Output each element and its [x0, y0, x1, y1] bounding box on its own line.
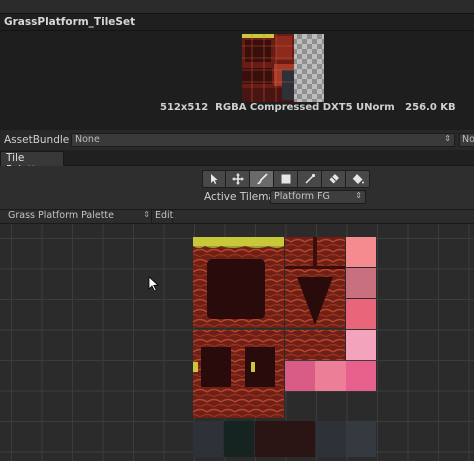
active-tilemap-dropdown[interactable]: Platform FG ⇕ — [270, 190, 366, 204]
tool-buttons — [202, 170, 370, 188]
updown-arrows-icon: ⇕ — [355, 191, 362, 200]
eraser-icon — [329, 174, 339, 184]
tile-pink-4[interactable] — [346, 330, 376, 360]
flood-fill-tool-button[interactable] — [346, 170, 370, 188]
texture-preview-area: 512x512 RGBA Compressed DXT5 UNorm 256.0… — [0, 31, 474, 130]
asset-bundle-variant-value: None — [462, 134, 474, 145]
texture-info: 512x512 RGBA Compressed DXT5 UNorm 256.0… — [160, 102, 456, 113]
tile-stone-3[interactable] — [346, 421, 376, 457]
asset-bundle-dropdown[interactable]: None ⇕ — [71, 133, 455, 147]
move-cross-icon — [231, 173, 244, 185]
tab-strip: Tile Palette — [0, 150, 474, 176]
active-tilemap-value: Platform FG — [274, 191, 330, 202]
asset-bundle-row: AssetBundle None ⇕ None — [0, 130, 474, 150]
tile-palette-toolbar: Active Tilemap Platform FG ⇕ — [0, 166, 474, 209]
tile-pink-6[interactable] — [315, 361, 346, 391]
edit-label: Edit — [155, 210, 174, 221]
updown-arrows-icon: ⇕ — [444, 134, 451, 143]
arrow-cursor-icon — [211, 174, 218, 184]
asset-bundle-value: None — [75, 134, 100, 145]
tile-stone-2[interactable] — [316, 421, 346, 457]
palette-name: Grass Platform Palette — [8, 210, 114, 221]
tile-pink-7[interactable] — [346, 361, 376, 391]
preview-header: GrassPlatform_TileSet — [0, 13, 474, 31]
paint-tool-button[interactable] — [250, 170, 274, 188]
picker-tool-button[interactable] — [298, 170, 322, 188]
mouse-cursor-icon — [148, 276, 159, 292]
tile-pink-5[interactable] — [285, 361, 315, 391]
palette-tiles[interactable] — [193, 237, 376, 459]
box-fill-tool-button[interactable] — [274, 170, 298, 188]
box-fill-icon — [281, 174, 290, 184]
paint-bucket-icon — [352, 174, 364, 184]
tile-pink-2[interactable] — [346, 268, 376, 298]
asset-bundle-label: AssetBundle — [4, 134, 70, 146]
edit-palette-button[interactable]: Edit — [151, 210, 173, 223]
tab-tile-palette[interactable]: Tile Palette — [0, 151, 64, 176]
eraser-tool-button[interactable] — [322, 170, 346, 188]
asset-bundle-variant-dropdown[interactable]: None — [459, 133, 474, 147]
tile-maroon[interactable] — [255, 421, 315, 457]
tileset-thumbnail — [242, 34, 324, 102]
picker-icon — [304, 173, 315, 184]
tile-stone[interactable] — [193, 421, 223, 457]
palette-bar: Grass Platform Palette ⇕ Edit — [0, 209, 474, 224]
unity-editor-window: GrassPlatform_TileSet 512x512 RGBA Compr… — [0, 0, 474, 461]
tile-pink-1[interactable] — [346, 237, 376, 267]
tile-teal[interactable] — [224, 421, 254, 457]
palette-grid[interactable] — [0, 224, 474, 461]
updown-arrows-icon: ⇕ — [143, 210, 150, 219]
move-tool-button[interactable] — [226, 170, 250, 188]
preview-title: GrassPlatform_TileSet — [4, 16, 136, 28]
select-tool-button[interactable] — [202, 170, 226, 188]
tile-rock-right[interactable] — [285, 330, 315, 360]
tile-pink-3[interactable] — [346, 299, 376, 329]
palette-dropdown[interactable]: Grass Platform Palette ⇕ — [4, 210, 152, 223]
brush-icon — [256, 173, 268, 185]
